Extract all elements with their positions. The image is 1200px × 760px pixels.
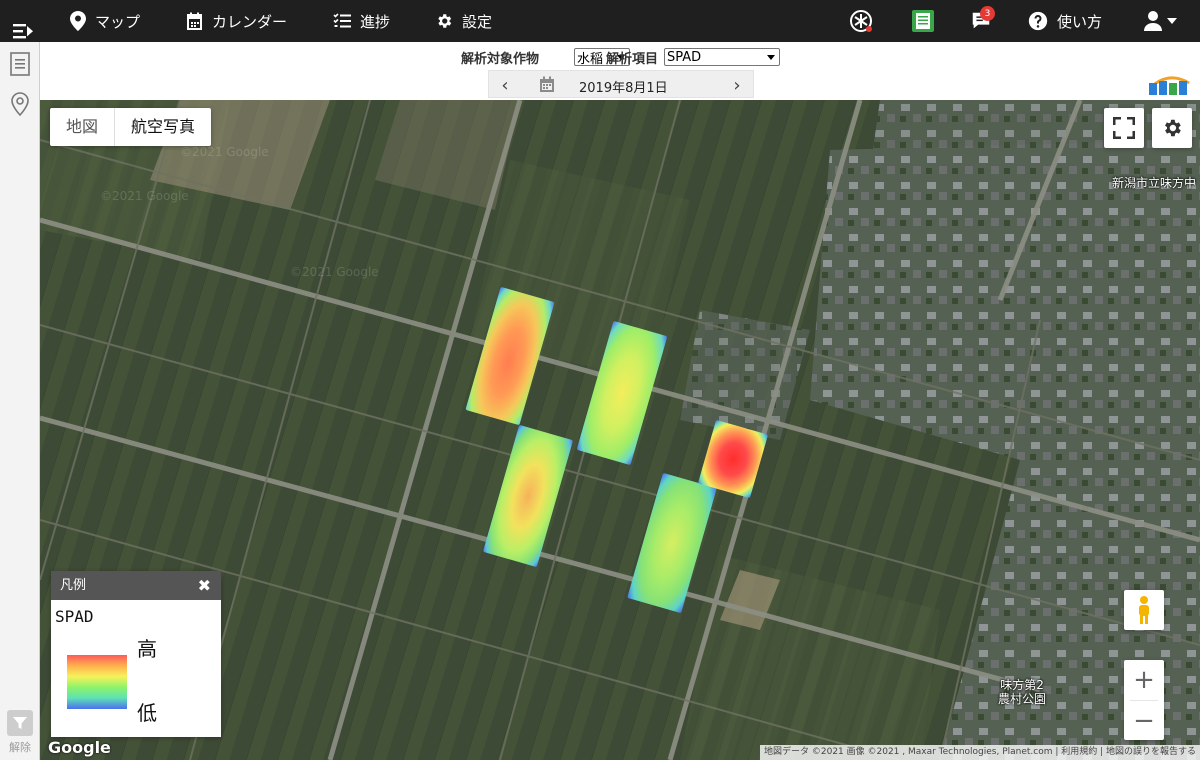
zoom-in-button[interactable]: + (1124, 660, 1164, 700)
calendar-icon (187, 12, 202, 30)
prev-date-button[interactable]: ‹ (489, 71, 521, 99)
date-navigator: ‹ 2019年8月1日 › (488, 70, 754, 98)
map-gear-icon (1165, 119, 1181, 137)
crop-select-value: 水稲 (577, 51, 604, 67)
user-menu-button[interactable] (1144, 0, 1178, 42)
item-label: 解析項目 (606, 52, 659, 67)
current-date: 2019年8月1日 (579, 81, 668, 96)
crop-label: 解析対象作物 (461, 52, 540, 67)
nav-map-label: マップ (95, 12, 141, 31)
legend-low-label: 低 (137, 701, 157, 725)
fullscreen-icon (1113, 117, 1135, 139)
green-book-icon (912, 10, 934, 32)
zoom-out-button[interactable]: − (1124, 701, 1164, 741)
menu-arrow-icon (13, 24, 33, 39)
caret-down-icon (1167, 18, 1177, 24)
map-pin-icon (70, 11, 86, 31)
fullscreen-button[interactable] (1104, 108, 1144, 148)
legend-header-label: 凡例 (60, 578, 87, 593)
svg-text:©2021 Google: ©2021 Google (100, 189, 189, 203)
pegman-icon (1139, 596, 1149, 624)
notification-badge: 3 (980, 6, 995, 21)
filter-icon (13, 717, 27, 729)
map-type-map-button[interactable]: 地図 (50, 108, 114, 146)
place-label-school: 新潟市立味方中 (1112, 176, 1197, 190)
map-attribution[interactable]: 地図データ ©2021 画像 ©2021 , Maxar Technologie… (760, 745, 1200, 760)
location-pin-outline-icon (11, 92, 29, 116)
legend-close-button[interactable]: ✖ (198, 571, 211, 600)
record-book-button[interactable] (910, 8, 936, 34)
next-date-button[interactable]: › (721, 71, 753, 99)
filter-unlock-button[interactable] (7, 710, 33, 736)
place-label-park-line1: 味方第2 (1000, 678, 1044, 692)
rice-logo-icon (850, 10, 872, 32)
place-label-park: 味方第2 農村公園 (998, 678, 1046, 706)
street-view-pegman[interactable] (1124, 590, 1164, 630)
nav-calendar[interactable]: カレンダー (186, 0, 287, 42)
nav-settings-label: 設定 (462, 12, 493, 31)
nav-progress[interactable]: 進捗 (333, 0, 390, 42)
item-select-caret-icon (767, 54, 775, 60)
svg-text:©2021 Google: ©2021 Google (180, 145, 269, 159)
checklist-icon (333, 13, 351, 28)
left-rail: 解除 (0, 42, 40, 760)
date-calendar-icon[interactable] (539, 76, 555, 93)
nav-map[interactable]: マップ (70, 0, 140, 42)
place-label-park-line2: 農村公園 (998, 692, 1047, 706)
item-select[interactable]: SPAD (664, 48, 780, 66)
user-icon (1144, 11, 1162, 31)
legend-gradient-bar (67, 655, 127, 709)
rice-mark-button[interactable] (848, 8, 874, 34)
top-nav-bar: マップ カレンダー 進捗 設定 3 使い方 (0, 0, 1200, 42)
question-circle-icon (1028, 11, 1048, 31)
svg-text:©2021 Google: ©2021 Google (290, 265, 379, 279)
app-brand-logo-icon (1149, 76, 1190, 95)
map-settings-button[interactable] (1152, 108, 1192, 148)
rail-list-button[interactable] (6, 50, 34, 78)
legend-title: SPAD (55, 607, 94, 626)
map-type-satellite-button[interactable]: 航空写真 (115, 108, 211, 146)
document-list-icon (10, 52, 30, 76)
zoom-control: + − (1124, 660, 1164, 740)
item-select-value: SPAD (667, 49, 702, 65)
legend-high-label: 高 (137, 637, 157, 661)
nav-calendar-label: カレンダー (212, 12, 288, 31)
map-type-control: 地図 航空写真 (50, 108, 212, 146)
rail-location-button[interactable] (6, 90, 34, 118)
analysis-controls: 解析対象作物 水稲 解析項目 SPAD ‹ 2019年8月1日 › (40, 42, 1200, 100)
gear-icon (438, 14, 452, 28)
nav-progress-label: 進捗 (360, 12, 391, 31)
unlock-label: 解除 (9, 741, 31, 754)
nav-settings[interactable]: 設定 (435, 0, 492, 42)
legend-header: 凡例 ✖ (51, 571, 221, 600)
google-logo: Google (48, 738, 111, 757)
nav-help-label: 使い方 (1057, 12, 1103, 31)
nav-help[interactable]: 使い方 (1028, 0, 1102, 42)
legend-panel: 凡例 ✖ SPAD 高 低 (51, 571, 221, 737)
